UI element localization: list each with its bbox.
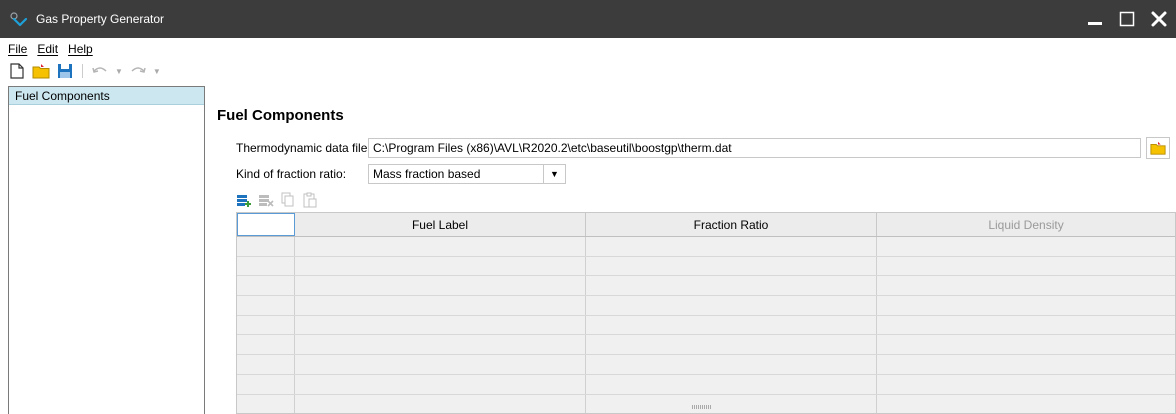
column-header-liquid-density: Liquid Density — [988, 217, 1064, 232]
table-cell[interactable] — [237, 355, 295, 374]
open-folder-icon[interactable] — [32, 62, 50, 80]
thermo-file-field[interactable]: C:\Program Files (x86)\AVL\R2020.2\etc\b… — [368, 138, 1141, 158]
new-file-icon[interactable] — [8, 62, 26, 80]
table-cell[interactable] — [586, 335, 877, 355]
table-cell[interactable] — [877, 296, 1175, 315]
table-cell[interactable] — [237, 374, 295, 394]
table-cell[interactable] — [295, 394, 586, 413]
table-row[interactable] — [237, 276, 1175, 297]
table-cell[interactable] — [237, 335, 295, 355]
window-title: Gas Property Generator — [36, 12, 165, 26]
table-cell[interactable] — [237, 237, 295, 256]
navigation-tree: Fuel Components — [8, 86, 205, 414]
table-cell[interactable] — [295, 335, 586, 355]
table-cell[interactable] — [586, 355, 877, 374]
close-icon[interactable] — [1146, 6, 1172, 32]
grid-toolbar — [236, 190, 318, 210]
table-cell[interactable] — [586, 374, 877, 394]
menu-edit[interactable]: Edit — [37, 42, 58, 56]
table-row[interactable] — [237, 374, 1175, 395]
table-row[interactable] — [237, 256, 1175, 277]
page-title: Fuel Components — [217, 107, 344, 124]
table-cell[interactable] — [295, 374, 586, 394]
table-cell[interactable] — [295, 237, 586, 256]
menu-file[interactable]: File — [8, 42, 27, 56]
table-cell[interactable] — [237, 315, 295, 335]
table-cell[interactable] — [586, 394, 877, 413]
maximize-icon[interactable] — [1114, 6, 1140, 32]
table-row[interactable] — [237, 315, 1175, 336]
table-cell[interactable] — [237, 256, 295, 276]
undo-icon[interactable] — [91, 62, 109, 80]
grid-body — [237, 237, 1175, 414]
table-row[interactable] — [237, 335, 1175, 356]
table-cell[interactable] — [237, 394, 295, 413]
table-row[interactable] — [237, 296, 1175, 316]
fraction-kind-select[interactable]: Mass fraction based ▼ — [368, 164, 566, 184]
table-cell[interactable] — [877, 335, 1175, 354]
minimize-icon[interactable] — [1082, 6, 1108, 32]
tree-item-fuel-components[interactable]: Fuel Components — [9, 87, 204, 105]
fraction-kind-label: Kind of fraction ratio: — [236, 167, 347, 181]
toolbar-separator — [82, 64, 83, 78]
table-cell[interactable] — [295, 256, 586, 276]
table-row[interactable] — [237, 355, 1175, 375]
grid-header: Fuel Label Fraction Ratio Liquid Density — [237, 213, 1175, 237]
main-toolbar: ▼ ▼ — [8, 60, 161, 82]
undo-dropdown-icon[interactable]: ▼ — [115, 67, 123, 76]
table-cell[interactable] — [586, 237, 877, 256]
add-row-icon[interactable] — [236, 192, 252, 208]
chevron-down-icon[interactable]: ▼ — [543, 165, 565, 183]
thermo-file-label: Thermodynamic data file: — [236, 141, 371, 155]
resize-grip[interactable] — [692, 405, 714, 409]
table-cell[interactable] — [877, 257, 1175, 276]
table-cell[interactable] — [877, 276, 1175, 295]
grid-corner-cell[interactable] — [237, 213, 295, 236]
title-bar: Gas Property Generator — [0, 0, 1176, 38]
browse-folder-button[interactable] — [1146, 137, 1170, 159]
table-cell[interactable] — [586, 256, 877, 276]
table-cell[interactable] — [877, 355, 1175, 374]
delete-row-icon[interactable] — [258, 192, 274, 208]
table-row[interactable] — [237, 237, 1175, 257]
table-cell[interactable] — [877, 237, 1175, 256]
table-cell[interactable] — [877, 375, 1175, 394]
open-folder-icon — [1150, 141, 1166, 155]
fraction-kind-value: Mass fraction based — [373, 167, 481, 181]
save-icon[interactable] — [56, 62, 74, 80]
fuel-components-grid: Fuel Label Fraction Ratio Liquid Density — [236, 212, 1176, 414]
copy-icon[interactable] — [280, 192, 296, 208]
table-cell[interactable] — [237, 276, 295, 296]
redo-dropdown-icon[interactable]: ▼ — [153, 67, 161, 76]
table-cell[interactable] — [295, 296, 586, 315]
table-cell[interactable] — [586, 296, 877, 315]
table-cell[interactable] — [877, 395, 1175, 414]
table-cell[interactable] — [586, 315, 877, 335]
menu-help[interactable]: Help — [68, 42, 93, 56]
app-logo-icon — [8, 8, 30, 30]
menu-bar: File Edit Help — [8, 40, 93, 58]
table-cell[interactable] — [295, 315, 586, 335]
paste-icon[interactable] — [302, 192, 318, 208]
column-header-fraction-ratio[interactable]: Fraction Ratio — [586, 213, 877, 236]
table-cell[interactable] — [586, 276, 877, 296]
table-cell[interactable] — [295, 276, 586, 296]
table-cell[interactable] — [295, 355, 586, 374]
table-cell[interactable] — [237, 296, 295, 315]
column-header-fuel-label[interactable]: Fuel Label — [295, 213, 586, 236]
redo-icon[interactable] — [129, 62, 147, 80]
table-cell[interactable] — [877, 316, 1175, 335]
